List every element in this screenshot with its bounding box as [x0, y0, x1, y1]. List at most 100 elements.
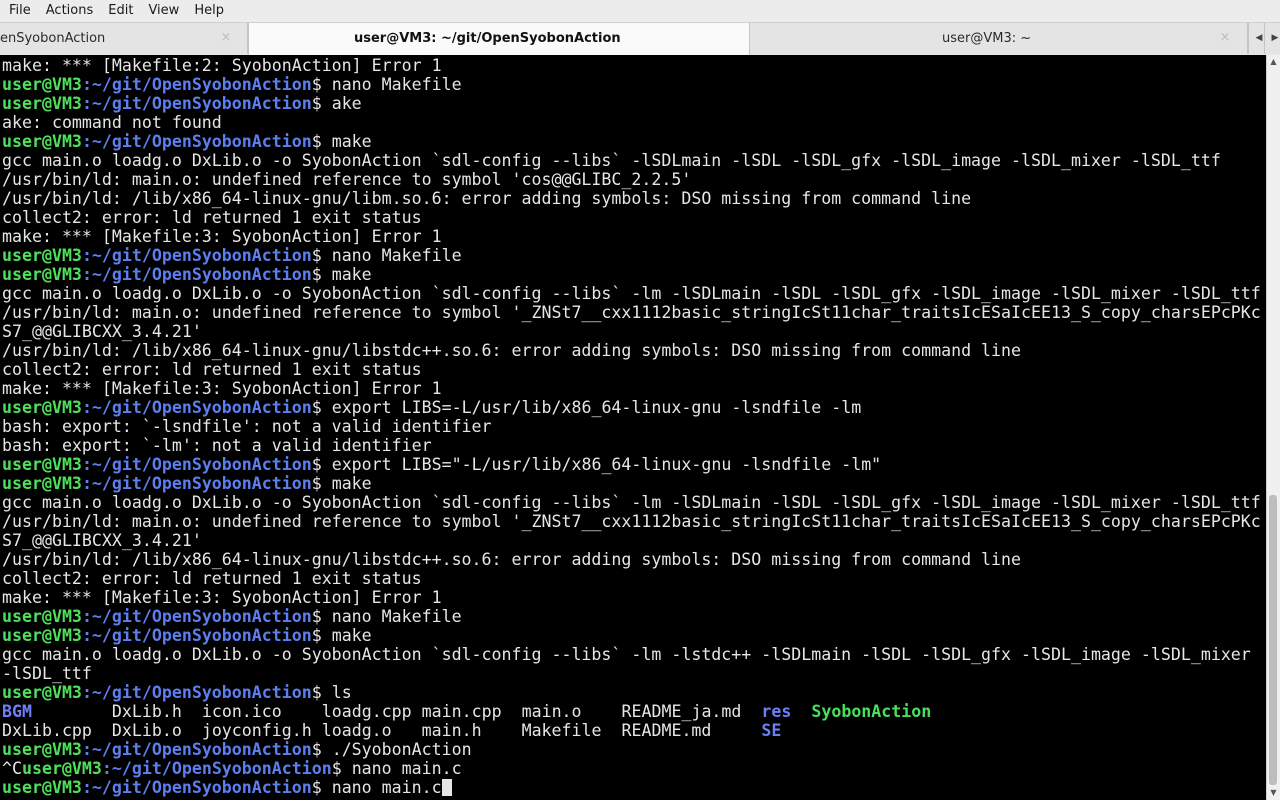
- output-text: make: *** [Makefile:2: SyobonAction] Err…: [2, 56, 442, 75]
- ls-entry-file: main.o: [521, 702, 582, 721]
- prompt-path: :~/git/OpenSyobonAction: [81, 740, 312, 759]
- text-cursor: [441, 779, 452, 796]
- output-text: /usr/bin/ld: /lib/x86_64-linux-gnu/libst…: [2, 550, 1022, 569]
- terminal-scrollbar[interactable]: ▲ ▼: [1266, 55, 1280, 800]
- output-line: bash: export: `-lm': not a valid identif…: [2, 436, 1261, 455]
- ls-entry-file: Makefile: [521, 721, 602, 740]
- terminal-output[interactable]: make: *** [Makefile:2: SyobonAction] Err…: [0, 55, 1266, 800]
- output-line: S7_@@GLIBCXX_3.4.21': [2, 531, 1261, 550]
- ls-spacer: [602, 721, 622, 740]
- ls-entry-dir: res: [761, 702, 792, 721]
- command-line: user@VM3:~/git/OpenSyobonAction$ ls: [2, 683, 1261, 702]
- tab-home[interactable]: user@VM3: ~ ×: [750, 23, 1248, 54]
- command-text: nano Makefile: [331, 607, 462, 626]
- output-line: bash: export: `-lsndfile': not a valid i…: [2, 417, 1261, 436]
- prompt-path: :~/git/OpenSyobonAction: [81, 94, 312, 113]
- ls-spacer: [312, 721, 322, 740]
- tab-label: user@VM3: ~: [942, 31, 1032, 46]
- command-text: nano main.c: [351, 759, 462, 778]
- prompt-path: :~/git/OpenSyobonAction: [81, 132, 312, 151]
- prompt-path: :~/git/OpenSyobonAction: [81, 265, 312, 284]
- output-text: S7_@@GLIBCXX_3.4.21': [2, 322, 202, 341]
- prompt-path: :~/git/OpenSyobonAction: [101, 759, 332, 778]
- close-icon[interactable]: ×: [219, 31, 233, 45]
- command-line: user@VM3:~/git/OpenSyobonAction$ nano Ma…: [2, 75, 1261, 94]
- command-line: user@VM3:~/git/OpenSyobonAction$ nano ma…: [2, 778, 1261, 797]
- ls-entry-file: joyconfig.h: [201, 721, 312, 740]
- menu-edit[interactable]: Edit: [103, 0, 139, 22]
- prompt-user: user@VM3: [2, 626, 82, 645]
- command-text: export LIBS=-L/usr/lib/x86_64-linux-gnu …: [331, 398, 862, 417]
- command-text: make: [331, 626, 372, 645]
- output-line: S7_@@GLIBCXX_3.4.21': [2, 322, 1261, 341]
- prompt-path: :~/git/OpenSyobonAction: [81, 778, 312, 797]
- prompt-symbol: $: [311, 683, 332, 702]
- output-line: make: *** [Makefile:3: SyobonAction] Err…: [2, 227, 1261, 246]
- command-text: ls: [331, 683, 352, 702]
- output-text: collect2: error: ld returned 1 exit stat…: [2, 569, 422, 588]
- tab-opensyobon-1[interactable]: enSyobonAction ×: [0, 23, 248, 54]
- tab-scroll-right-icon[interactable]: ▶: [1264, 23, 1280, 54]
- prompt-symbol: $: [311, 607, 332, 626]
- ls-spacer: [182, 702, 202, 721]
- ls-spacer: [711, 721, 761, 740]
- menu-help[interactable]: Help: [189, 0, 230, 22]
- output-text: bash: export: `-lm': not a valid identif…: [2, 436, 432, 455]
- ls-spacer: [182, 721, 202, 740]
- menu-view[interactable]: View: [143, 0, 185, 22]
- tab-label: enSyobonAction: [0, 31, 106, 46]
- command-text: ake: [331, 94, 362, 113]
- prompt-symbol: $: [331, 759, 352, 778]
- ls-entry-file: README_ja.md: [621, 702, 742, 721]
- output-line: /usr/bin/ld: main.o: undefined reference…: [2, 170, 1261, 189]
- output-text: collect2: error: ld returned 1 exit stat…: [2, 208, 422, 227]
- ls-spacer: [741, 702, 761, 721]
- prompt-path: :~/git/OpenSyobonAction: [81, 607, 312, 626]
- output-text: /usr/bin/ld: main.o: undefined reference…: [2, 303, 1261, 322]
- output-line: /usr/bin/ld: /lib/x86_64-linux-gnu/libst…: [2, 341, 1261, 360]
- menu-file[interactable]: File: [0, 0, 37, 22]
- prompt-path: :~/git/OpenSyobonAction: [81, 398, 312, 417]
- command-line: user@VM3:~/git/OpenSyobonAction$ nano Ma…: [2, 246, 1261, 265]
- prompt-user: user@VM3: [2, 75, 82, 94]
- ls-spacer: [412, 702, 422, 721]
- prompt-user: user@VM3: [2, 683, 82, 702]
- ls-spacer: [92, 721, 112, 740]
- output-line: collect2: error: ld returned 1 exit stat…: [2, 208, 1261, 227]
- scrollbar-thumb[interactable]: [1269, 495, 1277, 785]
- command-text: nano Makefile: [331, 246, 462, 265]
- output-line: /usr/bin/ld: /lib/x86_64-linux-gnu/libm.…: [2, 189, 1261, 208]
- output-text: /usr/bin/ld: main.o: undefined reference…: [2, 170, 692, 189]
- output-text: gcc main.o loadg.o DxLib.o -o SyobonActi…: [2, 645, 1251, 664]
- command-line: user@VM3:~/git/OpenSyobonAction$ export …: [2, 455, 1261, 474]
- output-line: /usr/bin/ld: /lib/x86_64-linux-gnu/libst…: [2, 550, 1261, 569]
- scroll-down-icon[interactable]: ▼: [1267, 786, 1280, 800]
- prompt-symbol: $: [311, 132, 332, 151]
- ls-spacer: [482, 721, 522, 740]
- tab-opensyobon-active[interactable]: user@VM3: ~/git/OpenSyobonAction: [248, 23, 750, 55]
- output-text: make: *** [Makefile:3: SyobonAction] Err…: [2, 379, 442, 398]
- command-line: user@VM3:~/git/OpenSyobonAction$ export …: [2, 398, 1261, 417]
- output-line: gcc main.o loadg.o DxLib.o -o SyobonActi…: [2, 645, 1261, 664]
- ls-spacer: [791, 702, 811, 721]
- output-text: make: *** [Makefile:3: SyobonAction] Err…: [2, 227, 442, 246]
- output-line: gcc main.o loadg.o DxLib.o -o SyobonActi…: [2, 284, 1261, 303]
- menu-actions[interactable]: Actions: [41, 0, 100, 22]
- ls-entry-file: DxLib.h: [111, 702, 182, 721]
- menu-bar: File Actions Edit View Help: [0, 0, 1280, 23]
- command-text: nano Makefile: [331, 75, 462, 94]
- scroll-up-icon[interactable]: ▲: [1267, 55, 1280, 69]
- command-text: make: [331, 265, 372, 284]
- prompt-symbol: $: [311, 455, 332, 474]
- prompt-path: :~/git/OpenSyobonAction: [81, 246, 312, 265]
- prompt-user: user@VM3: [2, 132, 82, 151]
- terminal-lines: make: *** [Makefile:2: SyobonAction] Err…: [2, 56, 1261, 797]
- output-line: ake: command not found: [2, 113, 1261, 132]
- prompt-path: :~/git/OpenSyobonAction: [81, 626, 312, 645]
- close-icon[interactable]: ×: [1218, 31, 1232, 45]
- prompt-symbol: $: [311, 474, 332, 493]
- command-line: user@VM3:~/git/OpenSyobonAction$ nano Ma…: [2, 607, 1261, 626]
- ls-spacer: [282, 702, 322, 721]
- ls-entry-file: DxLib.cpp: [2, 721, 92, 740]
- ls-entry-dir: BGM: [2, 702, 32, 721]
